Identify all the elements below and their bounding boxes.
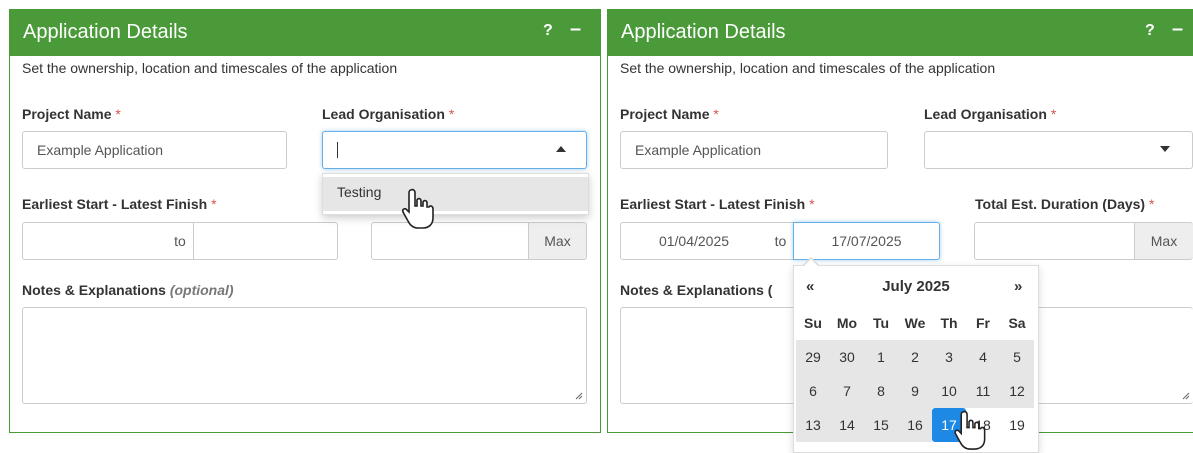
start-date-input[interactable] [22,222,167,260]
day-cell[interactable]: 29 [796,340,830,374]
day-cell[interactable]: 14 [830,408,864,442]
hand-pointer-icon [401,188,434,229]
resize-grip-icon[interactable] [1182,392,1190,400]
day-cell[interactable]: 10 [932,374,966,408]
duration-input[interactable] [371,222,529,260]
notes-textarea[interactable] [22,307,587,404]
panel-title: Application Details [23,21,188,43]
required-marker: * [115,106,121,122]
notes-label: Notes & Explanations ( [620,282,773,298]
weekday-label: Su [796,306,830,340]
weekday-label: Th [932,306,966,340]
panel-title: Application Details [621,21,786,43]
collapse-button[interactable]: – [1172,18,1183,41]
weekday-row: Su Mo Tu We Th Fr Sa [796,306,1034,340]
max-button[interactable]: Max [1134,222,1193,260]
lead-organisation-label: Lead Organisation * [924,106,1057,122]
panel-header: Application Details ? – [608,10,1193,56]
panel-subtitle: Set the ownership, location and timescal… [620,60,996,76]
day-cell[interactable]: 3 [932,340,966,374]
day-cell[interactable]: 1 [864,340,898,374]
day-cell[interactable]: 15 [864,408,898,442]
required-marker: * [448,106,455,122]
day-cell[interactable]: 9 [898,374,932,408]
end-date-input[interactable] [193,222,338,260]
week-row: 13 14 15 16 17 18 19 [796,408,1034,442]
day-cell[interactable]: 7 [830,374,864,408]
text-cursor [337,142,338,158]
collapse-button[interactable]: – [570,18,581,41]
day-cell[interactable]: 16 [898,408,932,442]
day-cell[interactable]: 19 [1000,408,1034,442]
chevron-down-icon[interactable] [1160,146,1170,152]
to-addon: to [767,222,794,260]
to-addon: to [166,222,194,260]
end-date-input[interactable]: 17/07/2025 [793,222,940,260]
dates-label: Earliest Start - Latest Finish * [22,196,217,212]
lead-organisation-select[interactable] [924,131,1193,169]
weekday-label: Sa [1000,306,1034,340]
day-cell[interactable]: 13 [796,408,830,442]
panel-header: Application Details ? – [10,10,600,56]
datepicker-arrow-inner [804,259,818,266]
month-title[interactable]: July 2025 [794,278,1038,295]
help-button[interactable]: ? [543,22,553,40]
weekday-label: Tu [864,306,898,340]
project-name-input[interactable]: Example Application [22,131,287,169]
hand-pointer-icon [954,410,986,450]
dropdown-option-testing[interactable]: Testing [323,177,588,211]
lead-organisation-select[interactable] [322,131,587,169]
weekday-label: Mo [830,306,864,340]
required-marker: * [809,196,815,212]
project-name-label: Project Name * [620,106,719,122]
dates-label: Earliest Start - Latest Finish * [620,196,815,212]
duration-label: Total Est. Duration (Days) * [975,196,1155,212]
week-row: 6 7 8 9 10 11 12 [796,374,1034,408]
weekday-label: Fr [966,306,1000,340]
chevron-up-icon[interactable] [556,146,566,152]
project-name-input[interactable]: Example Application [620,131,888,169]
day-cell[interactable]: 30 [830,340,864,374]
day-cell[interactable]: 5 [1000,340,1034,374]
calendar-grid: Su Mo Tu We Th Fr Sa 29 30 1 2 3 4 5 6 7… [796,306,1034,442]
required-marker: * [211,196,217,212]
day-cell[interactable]: 4 [966,340,1000,374]
datepicker-header: « July 2025 » [794,266,1038,306]
notes-label: Notes & Explanations (optional) [22,282,234,298]
resize-grip-icon[interactable] [575,392,583,400]
required-marker: * [713,106,719,122]
panel-subtitle: Set the ownership, location and timescal… [22,60,398,76]
weekday-label: We [898,306,932,340]
lead-organisation-dropdown: Testing [322,173,589,215]
duration-input[interactable] [974,222,1135,260]
max-button[interactable]: Max [528,222,587,260]
day-cell[interactable]: 12 [1000,374,1034,408]
day-cell[interactable]: 8 [864,374,898,408]
datepicker-popup: « July 2025 » Su Mo Tu We Th Fr Sa 29 30… [793,265,1039,453]
required-marker: * [1148,196,1155,212]
project-name-label: Project Name * [22,106,121,122]
required-marker: * [1050,106,1057,122]
day-cell[interactable]: 2 [898,340,932,374]
day-cell[interactable]: 6 [796,374,830,408]
next-month-button[interactable]: » [1014,278,1022,295]
day-cell[interactable]: 11 [966,374,1000,408]
help-button[interactable]: ? [1145,22,1155,40]
start-date-input[interactable]: 01/04/2025 [620,222,768,260]
lead-organisation-label: Lead Organisation * [322,106,455,122]
week-row: 29 30 1 2 3 4 5 [796,340,1034,374]
